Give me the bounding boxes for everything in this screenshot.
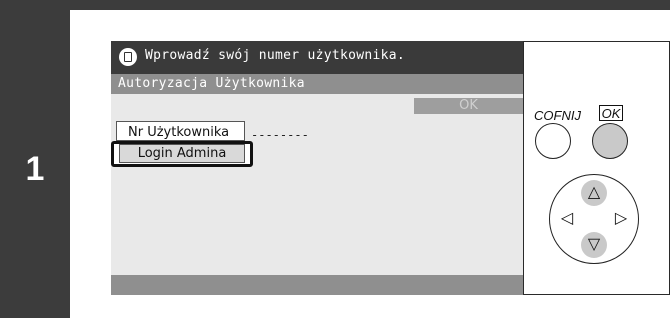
bottom-bar xyxy=(111,275,523,295)
step-column: 1 xyxy=(0,0,70,318)
touch-screen: Wprowadź swój numer użytkownika. Autoryz… xyxy=(111,41,524,295)
screen-title: Autoryzacja Użytkownika xyxy=(118,76,305,91)
top-bar xyxy=(0,0,670,10)
ok-key-label: OK xyxy=(599,105,623,121)
ok-key[interactable] xyxy=(592,123,628,159)
arrow-keypad: △ ▽ ◁ ▷ xyxy=(549,174,639,264)
arrow-up-icon[interactable]: △ xyxy=(581,180,607,206)
back-key-label: COFNIJ xyxy=(534,108,581,123)
message-text: Wprowadź swój numer użytkownika. xyxy=(145,48,406,63)
arrow-down-icon[interactable]: ▽ xyxy=(581,232,607,258)
admin-login-button[interactable]: Login Admina xyxy=(119,144,245,163)
title-bar: Autoryzacja Użytkownika xyxy=(111,74,523,94)
ok-button[interactable]: OK xyxy=(414,98,523,114)
user-number-label: Nr Użytkownika xyxy=(128,125,230,140)
document-icon xyxy=(119,48,137,66)
user-number-value: -------- xyxy=(251,128,309,142)
back-key[interactable] xyxy=(535,123,571,159)
step-number: 1 xyxy=(25,150,45,188)
arrow-right-icon[interactable]: ▷ xyxy=(608,206,634,232)
user-number-button[interactable]: Nr Użytkownika xyxy=(116,121,245,141)
hardware-controls: COFNIJ OK △ ▽ ◁ ▷ xyxy=(524,41,670,295)
message-bar: Wprowadź swój numer użytkownika. xyxy=(111,41,523,74)
arrow-left-icon[interactable]: ◁ xyxy=(554,206,580,232)
